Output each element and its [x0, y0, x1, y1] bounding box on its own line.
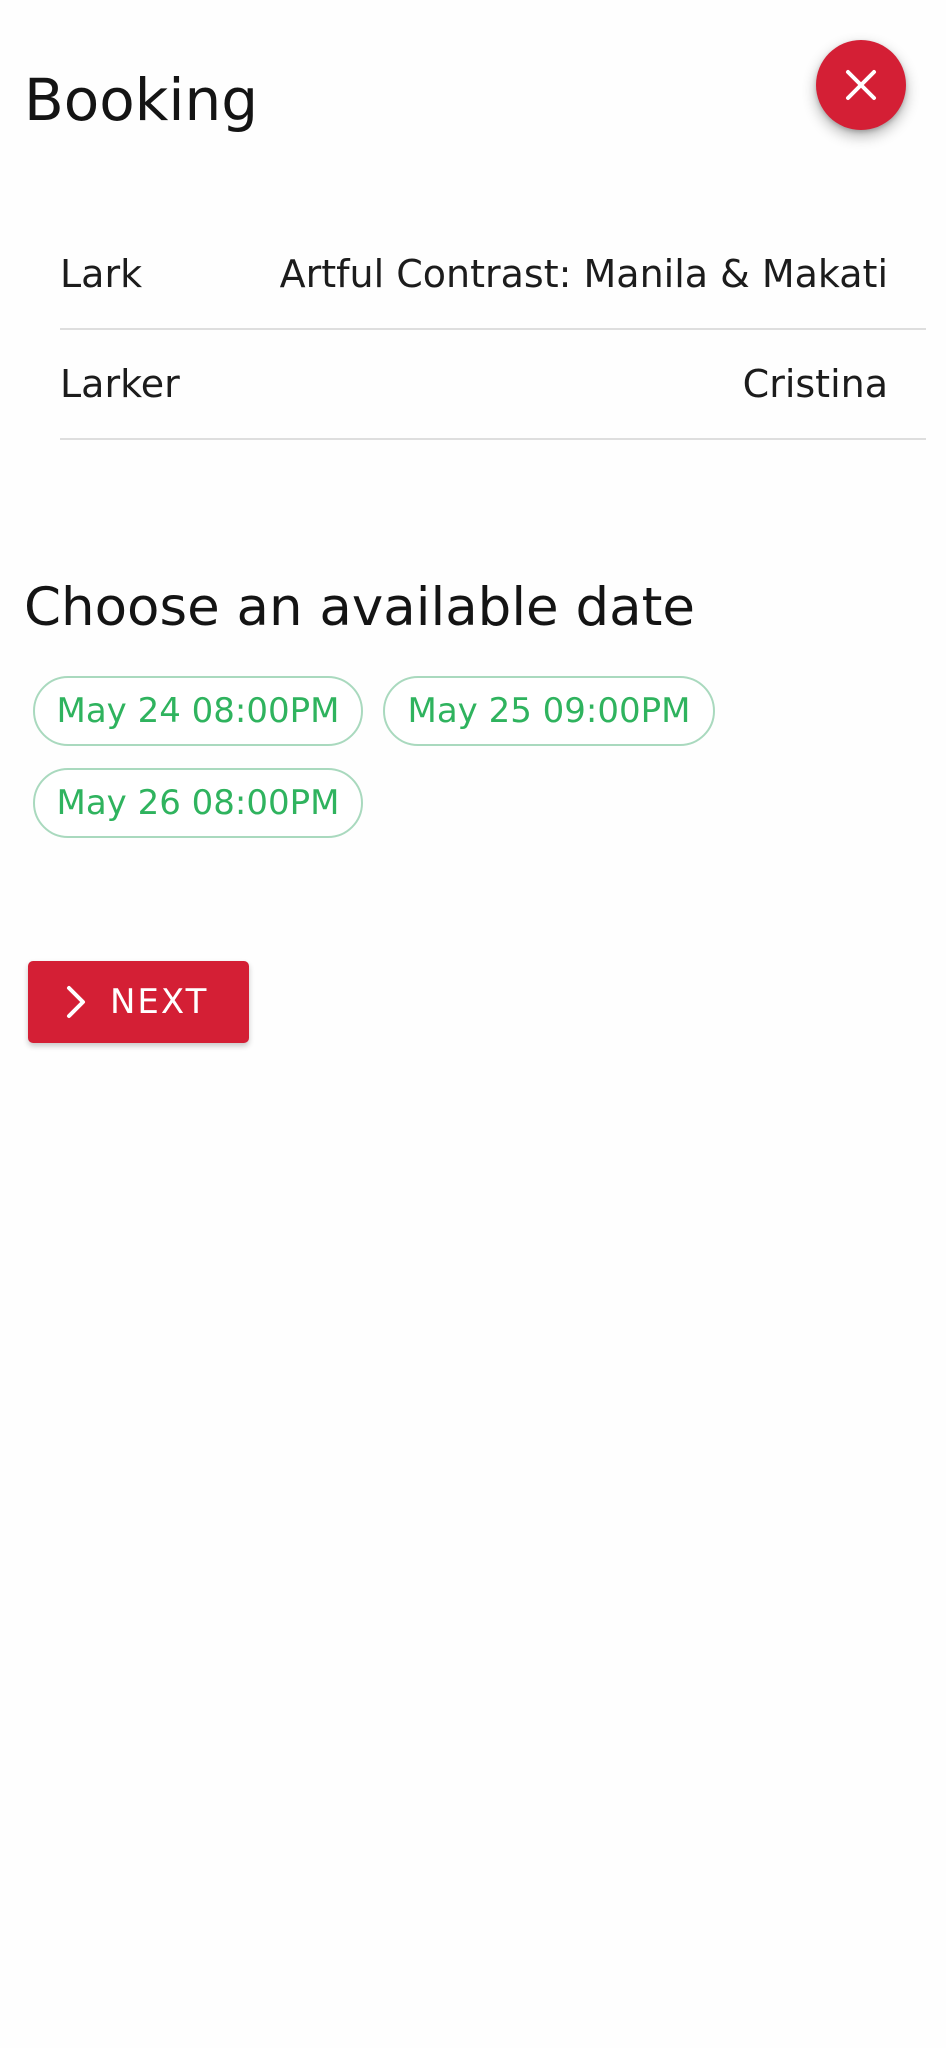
- detail-value: Cristina: [742, 362, 888, 406]
- page-title: Booking: [24, 66, 259, 134]
- date-chip[interactable]: May 26 08:00PM: [33, 768, 363, 838]
- booking-details: Lark Artful Contrast: Manila & Makati La…: [60, 220, 926, 440]
- close-button[interactable]: [816, 40, 906, 130]
- date-chip[interactable]: May 25 09:00PM: [383, 676, 715, 746]
- close-icon: [844, 68, 878, 102]
- detail-label: Lark: [60, 252, 143, 296]
- date-section-heading: Choose an available date: [24, 577, 696, 638]
- chevron-right-icon: [66, 985, 86, 1019]
- detail-row-lark: Lark Artful Contrast: Manila & Makati: [60, 220, 926, 330]
- booking-page: Booking Lark Artful Contrast: Manila & M…: [0, 0, 946, 2048]
- detail-value: Artful Contrast: Manila & Makati: [279, 252, 888, 296]
- next-button[interactable]: NEXT: [28, 961, 249, 1043]
- next-button-label: NEXT: [110, 982, 209, 1022]
- detail-row-larker: Larker Cristina: [60, 330, 926, 440]
- detail-label: Larker: [60, 362, 180, 406]
- date-chip[interactable]: May 24 08:00PM: [33, 676, 363, 746]
